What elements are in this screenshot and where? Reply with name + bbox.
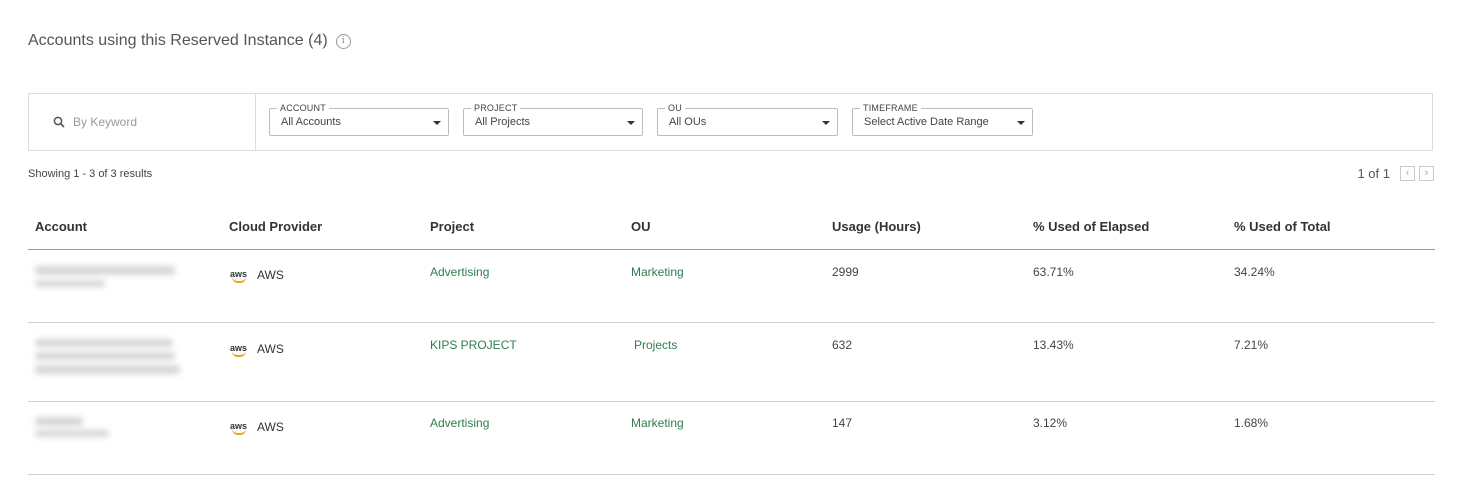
column-header-account[interactable]: Account bbox=[35, 219, 87, 234]
table-row[interactable]: aws AWS Advertising Marketing 2999 63.71… bbox=[28, 250, 1435, 323]
used-of-elapsed: 13.43% bbox=[1033, 338, 1074, 352]
used-of-total: 1.68% bbox=[1234, 416, 1269, 430]
aws-logo-icon: aws bbox=[230, 420, 248, 435]
account-name-redacted bbox=[33, 337, 183, 381]
table-row[interactable]: aws AWS Advertising Marketing 147 3.12% … bbox=[28, 402, 1435, 475]
project-link[interactable]: Advertising bbox=[430, 265, 489, 279]
cloud-provider-name: AWS bbox=[257, 420, 284, 434]
table-row[interactable]: aws AWS KIPS PROJECT Projects 632 13.43%… bbox=[28, 323, 1435, 402]
account-select[interactable]: ACCOUNT All Accounts bbox=[269, 103, 449, 136]
column-header-ou[interactable]: OU bbox=[631, 219, 651, 234]
usage-hours: 2999 bbox=[832, 265, 859, 279]
table-header: Account Cloud Provider Project OU Usage … bbox=[28, 206, 1435, 250]
ou-select[interactable]: OU All OUs bbox=[657, 103, 838, 136]
timeframe-select-label: TIMEFRAME bbox=[860, 103, 921, 113]
column-header-project[interactable]: Project bbox=[430, 219, 474, 234]
project-select-value: All Projects bbox=[475, 116, 531, 128]
column-header-usage[interactable]: Usage (Hours) bbox=[832, 219, 921, 234]
project-link[interactable]: KIPS PROJECT bbox=[430, 338, 517, 352]
used-of-total: 34.24% bbox=[1234, 265, 1275, 279]
column-header-used-of-elapsed[interactable]: % Used of Elapsed bbox=[1033, 219, 1149, 234]
cloud-provider-name: AWS bbox=[257, 268, 284, 282]
chevron-right-icon: › bbox=[1424, 167, 1429, 179]
filter-bar: ACCOUNT All Accounts PROJECT All Project… bbox=[28, 93, 1433, 151]
chevron-left-icon: ‹ bbox=[1405, 167, 1410, 179]
project-select[interactable]: PROJECT All Projects bbox=[463, 103, 643, 136]
aws-logo-icon: aws bbox=[230, 268, 248, 283]
cloud-provider-cell: aws AWS bbox=[230, 420, 284, 435]
chevron-down-icon bbox=[627, 121, 635, 125]
ou-link[interactable]: Marketing bbox=[631, 416, 684, 430]
page-indicator: 1 of 1 bbox=[1357, 166, 1390, 181]
ou-select-label: OU bbox=[665, 103, 685, 113]
column-header-used-of-total[interactable]: % Used of Total bbox=[1234, 219, 1331, 234]
pagination: 1 of 1 ‹ › bbox=[1357, 166, 1434, 181]
ou-select-value: All OUs bbox=[669, 116, 707, 128]
timeframe-select[interactable]: TIMEFRAME Select Active Date Range bbox=[852, 103, 1033, 136]
cloud-provider-cell: aws AWS bbox=[230, 268, 284, 283]
accounts-table: Account Cloud Provider Project OU Usage … bbox=[28, 206, 1435, 475]
info-icon[interactable]: i bbox=[335, 33, 351, 49]
search-input[interactable] bbox=[71, 114, 245, 130]
page-title: Accounts using this Reserved Instance (4… bbox=[28, 32, 328, 49]
cloud-provider-cell: aws AWS bbox=[230, 342, 284, 357]
account-name-redacted bbox=[33, 415, 133, 441]
usage-hours: 632 bbox=[832, 338, 853, 352]
timeframe-select-value: Select Active Date Range bbox=[864, 116, 989, 128]
project-select-label: PROJECT bbox=[471, 103, 521, 113]
results-count: Showing 1 - 3 of 3 results bbox=[28, 168, 153, 180]
chevron-down-icon bbox=[822, 121, 830, 125]
chevron-down-icon bbox=[1017, 121, 1025, 125]
account-select-label: ACCOUNT bbox=[277, 103, 329, 113]
used-of-total: 7.21% bbox=[1234, 338, 1269, 352]
cloud-provider-name: AWS bbox=[257, 342, 284, 356]
ou-link[interactable]: Marketing bbox=[631, 265, 684, 279]
next-page-button[interactable]: › bbox=[1419, 166, 1434, 181]
ou-link[interactable]: Projects bbox=[634, 338, 677, 352]
usage-hours: 147 bbox=[832, 416, 853, 430]
search-box bbox=[29, 94, 256, 150]
column-header-cloud-provider[interactable]: Cloud Provider bbox=[229, 219, 322, 234]
used-of-elapsed: 3.12% bbox=[1033, 416, 1068, 430]
project-link[interactable]: Advertising bbox=[430, 416, 489, 430]
aws-logo-icon: aws bbox=[230, 342, 248, 357]
prev-page-button[interactable]: ‹ bbox=[1400, 166, 1415, 181]
section-title: Accounts using this Reserved Instance (4… bbox=[28, 32, 351, 50]
search-icon bbox=[53, 116, 65, 128]
chevron-down-icon bbox=[433, 121, 441, 125]
used-of-elapsed: 63.71% bbox=[1033, 265, 1074, 279]
account-name-redacted bbox=[33, 264, 183, 292]
account-select-value: All Accounts bbox=[281, 116, 341, 128]
